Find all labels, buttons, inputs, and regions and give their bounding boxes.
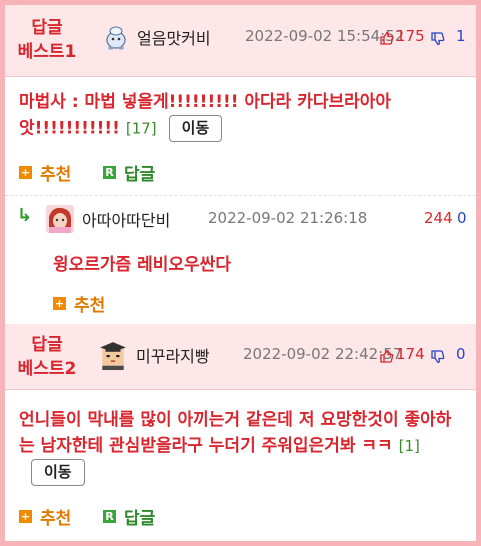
up-count: 175 xyxy=(396,27,425,45)
best-label-line1: 답글 xyxy=(31,18,63,38)
recommend-button[interactable]: + 추천 xyxy=(53,291,105,316)
thumbs-down-icon[interactable] xyxy=(431,350,445,364)
reply-button[interactable]: R 답글 xyxy=(103,160,155,185)
avatar[interactable] xyxy=(98,340,128,370)
comment-date: 2022-09-02 21:26:18 xyxy=(208,209,368,227)
move-button[interactable]: 이동 xyxy=(168,115,223,142)
recommend-button[interactable]: + 추천 xyxy=(19,160,71,185)
best-comment-header-2: 답글 베스트2 미꾸라지빵 2022-09-02 22:42:57 174 0 xyxy=(5,324,476,390)
best-label-line2: 베스트1 xyxy=(17,42,77,62)
thumbs-up-icon[interactable] xyxy=(380,349,394,363)
reply-r-icon: R xyxy=(103,510,116,523)
reply-label: 답글 xyxy=(124,509,156,529)
divider xyxy=(5,195,476,196)
comment-text: 윙오르가즘 레비오우싼다 xyxy=(53,255,231,275)
author-nickname[interactable]: 얼음맛커비 xyxy=(137,25,211,49)
down-count: 0 xyxy=(457,209,467,227)
reply-count: [1] xyxy=(398,437,420,455)
up-count: 244 xyxy=(424,209,453,227)
recommend-button[interactable]: + 추천 xyxy=(19,504,71,529)
recommend-label: 추천 xyxy=(40,165,72,185)
author-nickname[interactable]: 아따아따단비 xyxy=(82,207,170,231)
up-count: 174 xyxy=(396,345,425,363)
avatar[interactable] xyxy=(102,24,130,52)
avatar[interactable] xyxy=(46,205,74,233)
comment-date: 2022-09-02 22:42:57 xyxy=(243,345,403,363)
comment-body: 언니들이 막내를 많이 아끼는거 같은데 저 요망한것이 좋아하는 남자한테 관… xyxy=(19,407,464,486)
thumbs-up-icon[interactable] xyxy=(380,31,394,45)
best-comment-header-1: 답글 베스트1 얼음맛커비 2022-09-02 15:54:52 175 1 xyxy=(5,5,476,77)
best-label-line1: 답글 xyxy=(31,335,63,355)
comment-body: 윙오르가즘 레비오우싼다 xyxy=(53,252,453,278)
recommend-label: 추천 xyxy=(74,296,106,316)
reply-label: 답글 xyxy=(124,165,156,185)
reply-r-icon: R xyxy=(103,166,116,179)
reply-arrow-icon: ↳ xyxy=(17,205,33,226)
plus-icon: + xyxy=(19,510,32,523)
comment-body: 마법사 : 마법 넣을게!!!!!!!!! 아다라 카다브라아아앗!!!!!!!… xyxy=(19,89,439,142)
down-count: 0 xyxy=(456,345,466,363)
thumbs-down-icon[interactable] xyxy=(431,32,445,46)
move-button[interactable]: 이동 xyxy=(31,459,85,486)
author-nickname[interactable]: 미꾸라지빵 xyxy=(136,343,210,367)
recommend-label: 추천 xyxy=(40,509,72,529)
down-count: 1 xyxy=(456,27,466,45)
comment-text: 언니들이 막내를 많이 아끼는거 같은데 저 요망한것이 좋아하는 남자한테 관… xyxy=(19,410,452,456)
reply-button[interactable]: R 답글 xyxy=(103,504,155,529)
plus-icon: + xyxy=(53,297,66,310)
plus-icon: + xyxy=(19,166,32,179)
reply-count: [17] xyxy=(125,119,157,138)
best-label-line2: 베스트2 xyxy=(17,359,77,379)
